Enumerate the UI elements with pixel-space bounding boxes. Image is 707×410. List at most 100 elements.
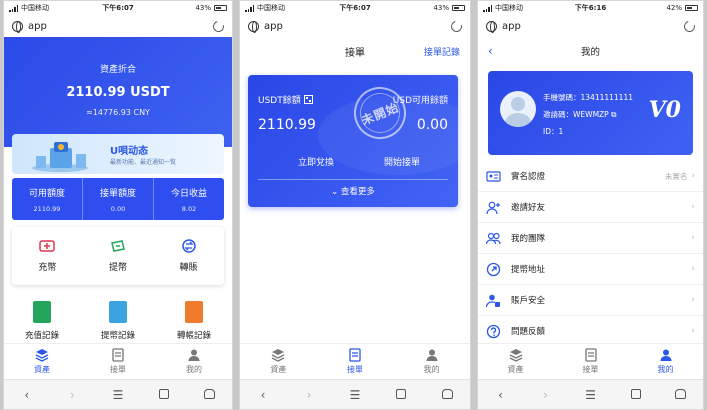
browser-title: app bbox=[264, 20, 283, 32]
menu-item-label: 我的團隊 bbox=[511, 234, 546, 244]
forward-nav-icon[interactable]: › bbox=[299, 388, 319, 402]
deposit-label: 充幣 bbox=[38, 263, 57, 273]
globe-icon bbox=[248, 20, 259, 33]
order-records-link[interactable]: 接單記錄 bbox=[424, 45, 460, 58]
chevron-right-icon: › bbox=[691, 326, 695, 336]
browser-title: app bbox=[502, 20, 521, 32]
stat-value: 8.02 bbox=[181, 204, 197, 213]
asset-summary: 資產折合 2110.99 USDT ≈14776.93 CNY bbox=[4, 37, 232, 147]
tab-assets[interactable]: 資產 bbox=[478, 344, 553, 379]
signal-icon bbox=[483, 4, 492, 12]
tab-label: 資產 bbox=[507, 365, 524, 374]
withdraw-label: 提幣 bbox=[109, 263, 128, 273]
usdt-balance-label: USDT餘額 bbox=[258, 96, 301, 106]
tab-mine[interactable]: 我的 bbox=[393, 344, 470, 379]
qr-icon bbox=[303, 95, 313, 104]
banner-illustration-icon bbox=[32, 142, 88, 172]
layers-icon bbox=[35, 349, 49, 362]
stat-label: 接單額度 bbox=[99, 188, 136, 199]
stat-order-quota: 接單額度 0.00 bbox=[83, 178, 154, 220]
signal-icon bbox=[9, 4, 18, 12]
news-banner[interactable]: U唄动态 最新功能、最近通知一覧 bbox=[12, 134, 224, 174]
start-order-button[interactable]: 開始接單 bbox=[384, 155, 420, 168]
user-id: ID：1 bbox=[543, 127, 564, 136]
asset-amount: 2110.99 USDT bbox=[66, 85, 170, 100]
globe-icon bbox=[12, 20, 23, 33]
deposit-record-icon bbox=[33, 301, 51, 323]
battery-percent: 43% bbox=[195, 4, 212, 12]
home-nav-icon[interactable] bbox=[671, 388, 691, 402]
menu-item-real-name[interactable]: 實名認證 未實名 › bbox=[478, 161, 703, 192]
tab-assets[interactable]: 資產 bbox=[4, 344, 80, 379]
withdraw-records-button[interactable]: 提幣記錄 bbox=[80, 301, 156, 345]
orders-screen: 中国移动 下午6:07 43% app 接單 接單記錄 USDT餘額 USD可用… bbox=[239, 0, 471, 410]
tab-mine[interactable]: 我的 bbox=[628, 344, 703, 379]
reload-icon[interactable] bbox=[210, 18, 227, 34]
transfer-records-button[interactable]: 轉帳記錄 bbox=[156, 301, 232, 345]
tabs-nav-icon[interactable] bbox=[391, 388, 411, 402]
back-nav-icon[interactable]: ‹ bbox=[491, 388, 511, 402]
menu-item-team[interactable]: 我的團隊 › bbox=[478, 223, 703, 254]
tab-mine[interactable]: 我的 bbox=[156, 344, 232, 379]
avatar[interactable] bbox=[500, 91, 536, 127]
system-nav-bar: ‹ › ☰ bbox=[478, 379, 703, 409]
tabs-nav-icon[interactable] bbox=[626, 388, 646, 402]
tab-assets[interactable]: 資產 bbox=[240, 344, 317, 379]
browser-bar: app bbox=[4, 15, 232, 37]
usdt-balance-label-row: USDT餘額 bbox=[258, 93, 313, 106]
tab-label: 接單 bbox=[347, 365, 363, 374]
tab-label: 接單 bbox=[582, 365, 599, 374]
back-arrow-icon[interactable]: ‹ bbox=[488, 44, 493, 58]
menu-item-invite[interactable]: 邀請好友 › bbox=[478, 192, 703, 223]
tab-orders[interactable]: 接單 bbox=[80, 344, 156, 379]
reload-icon[interactable] bbox=[681, 18, 698, 34]
tabs-nav-icon[interactable] bbox=[154, 388, 174, 402]
back-nav-icon[interactable]: ‹ bbox=[17, 388, 37, 402]
battery-percent: 42% bbox=[666, 4, 683, 12]
transfer-records-label: 轉帳記錄 bbox=[176, 331, 211, 341]
tab-label: 我的 bbox=[186, 365, 202, 374]
carrier-label: 中国移动 bbox=[21, 4, 49, 12]
menu-item-label: 實名認證 bbox=[511, 172, 546, 182]
carrier-label: 中国移动 bbox=[495, 4, 523, 12]
tab-orders[interactable]: 接單 bbox=[553, 344, 628, 379]
status-bar: 中国移动 下午6:07 43% bbox=[240, 1, 470, 15]
view-more-button[interactable]: ⌄ 查看更多 bbox=[248, 185, 458, 197]
chevron-down-icon: ⌄ bbox=[331, 187, 339, 197]
question-icon bbox=[486, 324, 501, 338]
menu-item-label: 問題反饋 bbox=[511, 327, 546, 337]
tab-label: 接單 bbox=[110, 365, 126, 374]
withdraw-button[interactable]: 提幣 bbox=[83, 227, 154, 285]
forward-nav-icon[interactable]: › bbox=[536, 388, 556, 402]
transfer-button[interactable]: 轉賬 bbox=[153, 227, 224, 285]
home-nav-icon[interactable] bbox=[199, 388, 219, 402]
tab-orders[interactable]: 接單 bbox=[317, 344, 394, 379]
page-title: 接單 bbox=[345, 47, 365, 59]
menu-nav-icon[interactable]: ☰ bbox=[581, 388, 601, 402]
clock: 下午6:16 bbox=[574, 4, 607, 12]
id-card-icon bbox=[486, 170, 501, 182]
transfer-icon bbox=[181, 239, 196, 253]
asset-cny: ≈14776.93 CNY bbox=[86, 108, 150, 117]
user-lock-icon bbox=[486, 294, 500, 307]
menu-nav-icon[interactable]: ☰ bbox=[108, 388, 128, 402]
home-nav-icon[interactable] bbox=[437, 388, 457, 402]
menu-item-withdraw-address[interactable]: 提幣地址 › bbox=[478, 254, 703, 285]
deposit-records-button[interactable]: 充值記錄 bbox=[4, 301, 80, 345]
copy-icon[interactable]: ⧉ bbox=[611, 110, 616, 119]
tab-bar: 資產 接單 我的 bbox=[478, 343, 703, 379]
menu-item-security[interactable]: 賬戶安全 › bbox=[478, 285, 703, 316]
profile-card: 手機號碼：13411111111 邀請碼：WEWMZP ⧉ ID：1 V0 bbox=[488, 71, 693, 155]
menu-nav-icon[interactable]: ☰ bbox=[345, 388, 365, 402]
tab-label: 我的 bbox=[423, 365, 440, 374]
exchange-button[interactable]: 立即兌換 bbox=[298, 155, 334, 168]
browser-bar: app bbox=[478, 15, 703, 37]
tab-label: 資產 bbox=[34, 365, 50, 374]
deposit-button[interactable]: 充幣 bbox=[12, 227, 83, 285]
forward-nav-icon[interactable]: › bbox=[62, 388, 82, 402]
stat-today-income: 今日收益 8.02 bbox=[154, 178, 224, 220]
reload-icon[interactable] bbox=[448, 18, 465, 34]
back-nav-icon[interactable]: ‹ bbox=[253, 388, 273, 402]
address-link-icon bbox=[486, 262, 501, 276]
banner-title: U唄动态 bbox=[110, 146, 149, 157]
